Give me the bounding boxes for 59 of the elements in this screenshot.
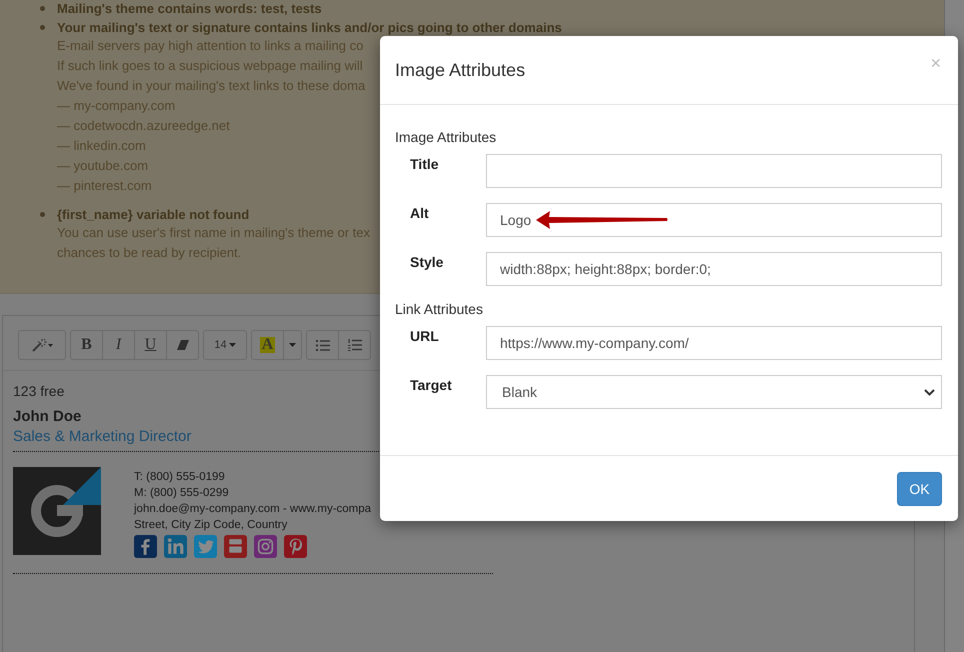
input-field[interactable]: width:88px; height:88px; border:0; — [486, 252, 942, 286]
size-button[interactable]: 14 — [203, 330, 247, 360]
input-field[interactable]: https://www.my-company.com/ — [486, 326, 942, 360]
warning-text: — linkedin.com — [57, 137, 146, 155]
caret-icon — [228, 343, 236, 347]
linkedin-icon[interactable] — [164, 535, 187, 558]
warning-title: {first_name} variable not found — [57, 206, 250, 223]
contact-text: T: (800) 555-0199 — [134, 470, 225, 485]
bullets-button[interactable] — [306, 330, 339, 360]
body-text: 123 free — [13, 382, 64, 401]
numbered-list-icon — [348, 339, 362, 351]
input-field[interactable]: Logo — [486, 203, 942, 237]
italic-button[interactable]: I — [102, 330, 135, 360]
instagram-icon[interactable] — [254, 535, 277, 558]
section-heading: Image Attributes — [395, 129, 498, 145]
warning-text: chances to be read by recipient. — [57, 244, 242, 262]
bold-button[interactable]: B — [70, 330, 103, 360]
input-field[interactable] — [486, 154, 942, 188]
eraser-button[interactable] — [166, 330, 199, 360]
caret-button[interactable] — [283, 330, 302, 360]
highlight-button[interactable]: A — [251, 330, 284, 360]
contact-text: Street, City Zip Code, Country — [134, 518, 288, 533]
signature-name: John Doe — [13, 407, 82, 427]
close-button[interactable]: × — [928, 54, 943, 72]
caret-icon — [289, 343, 296, 347]
field-label: Alt — [409, 204, 430, 221]
bullet-icon — [40, 25, 45, 30]
warning-text: — my-company.com — [57, 97, 176, 115]
bullet-list-icon — [316, 340, 330, 350]
underline-button[interactable]: U — [134, 330, 167, 360]
dialog-title: Image Attributes — [395, 60, 526, 81]
ok-button[interactable]: OK — [897, 472, 942, 506]
contact-text: john.doe@my-company.com - www.my-compa — [134, 502, 372, 517]
select-field[interactable]: Blank — [486, 375, 942, 409]
magic-wand-icon — [31, 338, 53, 352]
warning-text: You can use user's first name in mailing's theme or tex — [57, 224, 370, 242]
field-label: Style — [409, 253, 444, 270]
section-heading: Link Attributes — [395, 301, 484, 317]
chevron-down-icon — [924, 388, 935, 396]
eraser-icon — [176, 340, 188, 350]
warning-text: — pinterest.com — [57, 177, 152, 195]
warning-text: — youtube.com — [57, 157, 148, 175]
contact-text: M: (800) 555-0299 — [134, 486, 229, 501]
wand-button[interactable] — [18, 330, 66, 360]
signature-job-title: Sales & Marketing Director — [13, 427, 192, 447]
warning-title: Mailing's theme contains words: test, tests — [57, 0, 322, 17]
warning-text: E-mail servers pay high attention to links a mailing co — [57, 37, 364, 55]
bullet-icon — [40, 212, 45, 217]
field-label: Title — [409, 155, 440, 172]
field-label: URL — [409, 327, 440, 344]
warning-text: — codetwocdn.azureedge.net — [57, 117, 230, 135]
warning-text: If such link goes to a suspicious webpage mailing will — [57, 57, 363, 75]
facebook-icon[interactable] — [134, 535, 157, 558]
pinterest-icon[interactable] — [284, 535, 307, 558]
bullet-icon — [40, 6, 45, 11]
warning-title: Your mailing's text or signature contains links and/or pics going to other domains — [57, 19, 562, 36]
warning-text: We've found in your mailing's text links to these doma — [57, 77, 366, 95]
numbers-button[interactable] — [338, 330, 371, 360]
field-label: Target — [409, 376, 453, 393]
